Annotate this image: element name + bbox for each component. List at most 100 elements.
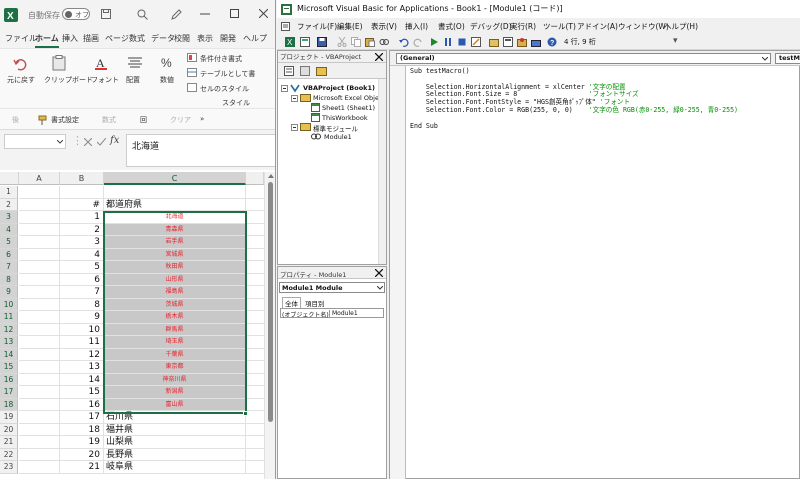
percent-icon[interactable]: % — [160, 55, 174, 69]
row-header[interactable]: 12 — [0, 323, 18, 336]
cell-d[interactable] — [246, 386, 264, 399]
col-header-a[interactable]: A — [19, 172, 60, 185]
fx-icon[interactable]: fx — [110, 135, 119, 146]
cell-d[interactable] — [246, 199, 264, 211]
cell-b[interactable]: 16 — [60, 398, 104, 411]
menu-format[interactable]: 書式(O) — [438, 21, 465, 32]
cell-b[interactable]: 4 — [60, 248, 104, 261]
number-label[interactable]: 数値 — [160, 75, 174, 85]
cell-c[interactable]: 都道府県 — [104, 198, 246, 211]
cell-d[interactable] — [246, 449, 264, 461]
alignment-icon[interactable] — [128, 57, 142, 69]
row-header[interactable]: 16 — [0, 373, 18, 386]
cancel-icon[interactable] — [84, 138, 92, 146]
select-all-corner[interactable] — [0, 172, 19, 185]
tab-draw[interactable]: 描画 — [83, 33, 99, 44]
stop-icon[interactable] — [457, 37, 467, 47]
cell-d[interactable] — [246, 411, 264, 424]
cell-a[interactable] — [19, 223, 60, 236]
maximize-icon[interactable] — [230, 9, 239, 18]
row-header[interactable]: 2 — [0, 198, 18, 211]
cell-d[interactable] — [246, 311, 264, 324]
clipboard-icon[interactable] — [52, 55, 66, 71]
row-header[interactable]: 4 — [0, 223, 18, 236]
properties-object-combo[interactable]: Module1 Module — [279, 282, 385, 293]
cell-b[interactable]: # — [60, 198, 104, 211]
cell-c[interactable]: 長野県 — [104, 448, 246, 461]
code-line[interactable]: Selection.Font.Color = RGB(255, 0, 0) '文… — [410, 106, 800, 115]
row-header[interactable]: 1 — [0, 186, 18, 199]
cell-a[interactable] — [19, 436, 60, 449]
project-scrollbar[interactable] — [378, 79, 386, 264]
cell-d[interactable] — [246, 186, 264, 199]
tree-vbaproject[interactable]: VBAProject (Book1) — [303, 84, 375, 92]
cell-b[interactable]: 7 — [60, 286, 104, 299]
cell-a[interactable] — [19, 373, 60, 386]
quick-formula-button[interactable]: 数式 — [102, 115, 116, 125]
row-header[interactable]: 10 — [0, 298, 18, 311]
close-icon[interactable] — [259, 9, 268, 18]
menu-insert[interactable]: 挿入(I) — [405, 21, 428, 32]
tab-developer[interactable]: 開発 — [220, 33, 236, 44]
cell-b[interactable] — [60, 186, 104, 199]
cell-a[interactable] — [19, 348, 60, 361]
cell-d[interactable] — [246, 324, 264, 336]
cell-d[interactable] — [246, 424, 264, 436]
alignment-label[interactable]: 配置 — [126, 75, 140, 85]
minimize-icon[interactable] — [200, 13, 210, 15]
col-header-b[interactable]: B — [60, 172, 104, 185]
more-button[interactable]: » — [200, 115, 204, 123]
tab-home[interactable]: ホーム — [35, 33, 59, 48]
pen-icon[interactable] — [171, 9, 182, 20]
cell-a[interactable] — [19, 248, 60, 261]
row-header[interactable]: 11 — [0, 311, 18, 324]
insert-module-icon[interactable] — [300, 37, 310, 47]
row-header[interactable]: 8 — [0, 273, 18, 286]
tree-module1[interactable]: Module1 — [324, 133, 352, 141]
properties-icon[interactable] — [503, 37, 513, 47]
code-margin[interactable] — [390, 66, 406, 479]
collapse-icon[interactable] — [291, 95, 298, 102]
cell-d[interactable] — [246, 349, 264, 361]
tab-data[interactable]: データ — [151, 33, 175, 44]
col-header-c[interactable]: C — [104, 172, 246, 185]
cell-b[interactable]: 9 — [60, 311, 104, 324]
vertical-scrollbar[interactable] — [264, 172, 275, 479]
cell-b[interactable]: 17 — [60, 411, 104, 424]
close-icon[interactable] — [375, 53, 383, 61]
cell-d[interactable] — [246, 461, 264, 474]
scroll-up-icon[interactable] — [268, 174, 274, 178]
cell-a[interactable] — [19, 311, 60, 324]
fill-handle[interactable] — [243, 411, 248, 416]
quick-item-4[interactable]: 回 — [140, 115, 147, 125]
design-mode-icon[interactable] — [471, 37, 481, 47]
cell-b[interactable]: 1 — [60, 211, 104, 224]
cell-a[interactable] — [19, 323, 60, 336]
tab-page[interactable]: ページ — [105, 33, 129, 44]
pause-icon[interactable] — [443, 37, 453, 47]
save-icon-vba[interactable] — [317, 37, 327, 47]
cell-a[interactable] — [19, 448, 60, 461]
row-header[interactable]: 18 — [0, 398, 18, 411]
cell-c[interactable]: 福井県 — [104, 423, 246, 436]
cell-d[interactable] — [246, 361, 264, 374]
cell-d[interactable] — [246, 249, 264, 261]
cell-d[interactable] — [246, 236, 264, 249]
cell-a[interactable] — [19, 423, 60, 436]
view-object-icon[interactable] — [300, 66, 310, 76]
cell-c[interactable]: 岐阜県 — [104, 461, 246, 474]
paste-icon[interactable] — [365, 37, 375, 47]
code-editor[interactable]: Sub testMacro() Selection.HorizontalAlig… — [410, 67, 800, 368]
object-browser-icon[interactable] — [517, 37, 527, 47]
formula-input[interactable]: 北海道 — [126, 134, 275, 167]
cell-b[interactable]: 2 — [60, 223, 104, 236]
code-line[interactable]: End Sub — [410, 122, 800, 131]
property-row-name[interactable]: (オブジェクト名) Module1 — [280, 308, 384, 319]
row-header[interactable]: 13 — [0, 336, 18, 349]
cell-d[interactable] — [246, 436, 264, 449]
cell-b[interactable]: 8 — [60, 298, 104, 311]
cell-a[interactable] — [19, 261, 60, 274]
copy-icon[interactable] — [351, 37, 361, 47]
tree-thisworkbook[interactable]: ThisWorkbook — [322, 114, 368, 122]
find-icon[interactable] — [379, 37, 389, 47]
